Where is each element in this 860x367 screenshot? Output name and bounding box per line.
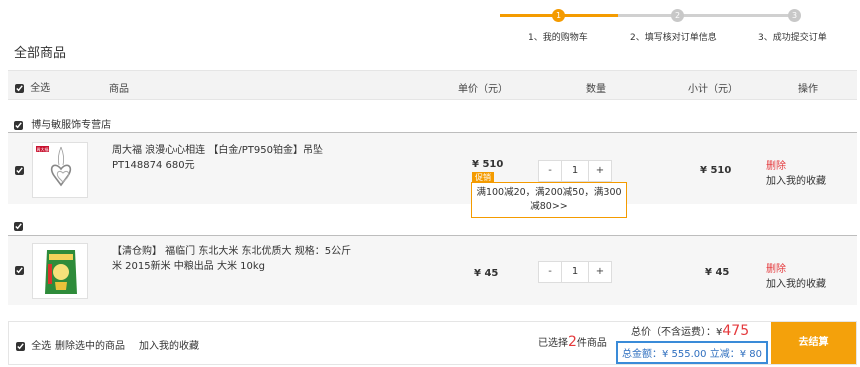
selected-prefix: 已选择 bbox=[538, 338, 568, 349]
item-1-qty-plus-button[interactable]: + bbox=[589, 161, 611, 181]
total-price: 总价（不含运费）：¥475 bbox=[631, 323, 749, 339]
item-1-checkbox[interactable] bbox=[15, 166, 24, 175]
total-value: 475 bbox=[722, 323, 750, 339]
item-2-image[interactable] bbox=[32, 243, 88, 299]
item-1-delete-link[interactable]: 删除 bbox=[766, 157, 786, 172]
header-operation: 操作 bbox=[798, 84, 818, 95]
store-checkbox[interactable] bbox=[14, 120, 23, 130]
item-1-qty-input[interactable]: 1 bbox=[561, 161, 589, 181]
item-2-quantity-stepper: - 1 + bbox=[538, 261, 612, 283]
item-1-qty-minus-button[interactable]: - bbox=[539, 161, 561, 181]
header-product: 商品 bbox=[109, 84, 129, 95]
cart-item-2: 【清仓购】 福临门 东北大米 东北优质大 规格：5公斤 米 2015新米 中粮出… bbox=[8, 235, 857, 305]
cart-footer: 全选 删除选中的商品 加入我的收藏 已选择2件商品 总价（不含运费）：¥475 … bbox=[8, 321, 857, 365]
item-1-price: ¥ 510 bbox=[472, 159, 504, 170]
item-2-price: ¥ 45 bbox=[474, 268, 499, 279]
step-1-label: 1、我的购物车 bbox=[528, 33, 588, 43]
cart-header: 全选 商品 单价（元） 数量 小计（元） 操作 bbox=[8, 70, 857, 100]
header-quantity: 数量 bbox=[586, 84, 606, 95]
item-2-qty-minus-button[interactable]: - bbox=[539, 262, 561, 282]
footer-select-all-label: 全选 bbox=[31, 341, 52, 352]
selected-number: 2 bbox=[568, 334, 577, 350]
store-row-2 bbox=[14, 219, 23, 232]
item-2-delete-link[interactable]: 删除 bbox=[766, 260, 786, 275]
store-name: 博与敏服饰专营店 bbox=[31, 120, 112, 131]
header-select-all[interactable]: 全选 bbox=[15, 79, 50, 94]
item-1-name[interactable]: 周大福 浪漫心心相连 【白金/PT950铂金】吊坠 PT148874 680元 bbox=[112, 143, 362, 173]
selected-count: 已选择2件商品 bbox=[538, 334, 607, 350]
delete-selected-link[interactable]: 删除选中的商品 bbox=[55, 337, 125, 352]
amount-summary: 总金额：¥ 555.00 立减：¥ 80 bbox=[616, 341, 768, 364]
header-subtotal: 小计（元） bbox=[688, 84, 738, 95]
step-2-label: 2、填写核对订单信息 bbox=[630, 33, 717, 43]
step-3-label: 3、成功提交订单 bbox=[758, 33, 827, 43]
footer-select-all-checkbox[interactable] bbox=[16, 341, 25, 351]
item-2-name[interactable]: 【清仓购】 福临门 东北大米 东北优质大 规格：5公斤 米 2015新米 中粮出… bbox=[112, 244, 362, 274]
item-2-checkbox[interactable] bbox=[15, 266, 24, 275]
selected-suffix: 件商品 bbox=[576, 338, 607, 349]
header-unit-price: 单价（元） bbox=[458, 84, 508, 95]
rice-bag-icon bbox=[45, 250, 77, 294]
item-1-subtotal: ¥ 510 bbox=[700, 165, 732, 176]
item-1-image[interactable]: 周大福 bbox=[32, 142, 88, 198]
item-2-subtotal: ¥ 45 bbox=[705, 267, 730, 278]
select-all-label: 全选 bbox=[30, 83, 51, 94]
store-row: 博与敏服饰专营店 bbox=[14, 116, 111, 131]
item-2-qty-plus-button[interactable]: + bbox=[589, 262, 611, 282]
step-line-inactive bbox=[618, 14, 793, 17]
item-1-quantity-stepper: - 1 + bbox=[538, 160, 612, 182]
pendant-icon: 周大福 bbox=[36, 146, 72, 187]
footer-favorite-link[interactable]: 加入我的收藏 bbox=[139, 337, 199, 352]
item-2-qty-input[interactable]: 1 bbox=[561, 262, 589, 282]
step-2-dot: 2 bbox=[671, 9, 684, 22]
checkout-steps: 1 2 3 1、我的购物车 2、填写核对订单信息 3、成功提交订单 bbox=[500, 8, 850, 48]
step-3-dot: 3 bbox=[788, 9, 801, 22]
store-2-checkbox[interactable] bbox=[14, 221, 23, 231]
step-1-dot: 1 bbox=[552, 9, 565, 22]
cart-item-1: 周大福 周大福 浪漫心心相连 【白金/PT950铂金】吊坠 PT148874 6… bbox=[8, 132, 857, 204]
select-all-checkbox[interactable] bbox=[15, 83, 24, 93]
item-1-promo-popup[interactable]: 满100减20，满200减50，满300减80>> bbox=[471, 182, 627, 218]
total-label: 总价（不含运费）：¥ bbox=[631, 327, 723, 338]
brand-logo-text: 周大福 bbox=[37, 146, 49, 152]
checkout-button[interactable]: 去结算 bbox=[771, 322, 856, 364]
page-title: 全部商品 bbox=[14, 46, 67, 61]
footer-select-all[interactable]: 全选 bbox=[16, 337, 51, 352]
item-2-favorite-link[interactable]: 加入我的收藏 bbox=[766, 275, 826, 290]
item-1-favorite-link[interactable]: 加入我的收藏 bbox=[766, 172, 826, 187]
